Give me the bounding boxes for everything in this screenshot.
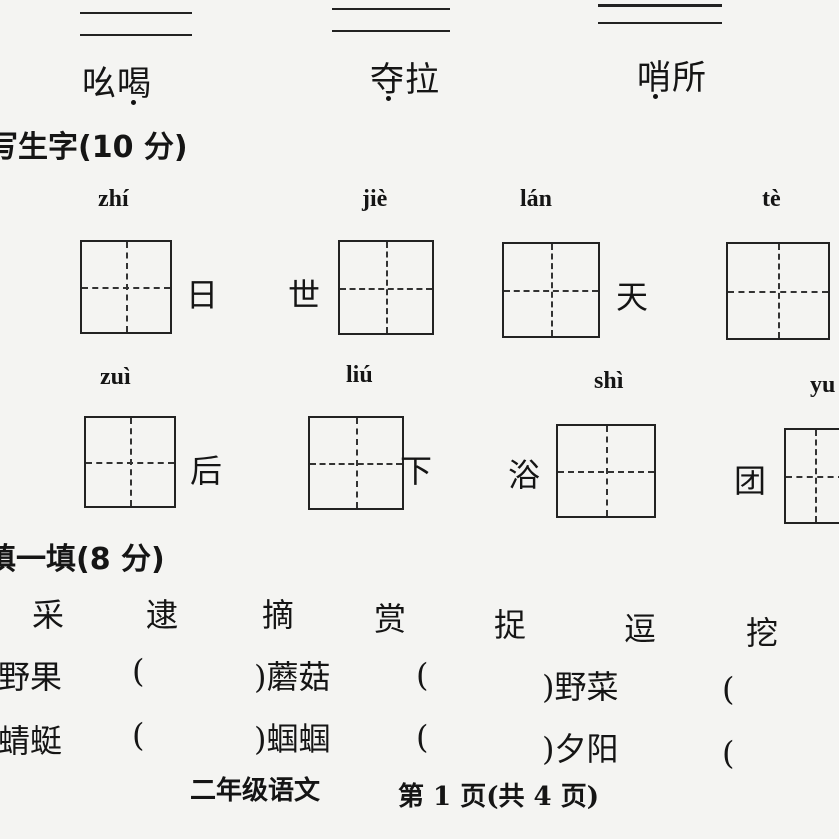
fill-blank-open: ( <box>416 656 429 694</box>
pinyin-label: jiè <box>362 186 388 212</box>
fill-row-word: )野菜 <box>542 668 619 706</box>
writing-grid[interactable] <box>784 428 839 524</box>
word-bank-char: 挖 <box>746 614 779 652</box>
fill-row-word: )夕阳 <box>542 730 619 768</box>
writing-grid[interactable] <box>80 240 172 334</box>
emphasis-dot <box>386 96 391 101</box>
word-bank-char: 采 <box>32 596 65 634</box>
fill-row-word: )蝈蝈 <box>254 720 331 758</box>
writing-grid[interactable] <box>308 416 404 510</box>
writing-grid[interactable] <box>726 242 830 340</box>
footer-subject: 二年级语文 <box>190 776 321 806</box>
emphasis-dot <box>131 100 136 105</box>
word-bank-char: 捉 <box>494 606 527 644</box>
word-bank-char: 逗 <box>624 610 657 648</box>
answer-line <box>80 34 192 36</box>
fill-row-word: 野果 <box>0 658 63 696</box>
word-bank-char: 逮 <box>146 596 179 634</box>
given-character: 团 <box>734 462 767 500</box>
answer-line <box>598 4 722 7</box>
answer-line <box>332 8 450 10</box>
word-item: 哨所 <box>637 58 707 98</box>
emphasis-dot <box>653 94 658 99</box>
section-title: 写生字(10 分) <box>0 130 188 165</box>
answer-line <box>598 22 722 24</box>
given-character: 日 <box>186 276 219 314</box>
fill-blank-open: ( <box>132 716 145 754</box>
pinyin-label: shì <box>594 368 624 394</box>
pinyin-label: zhí <box>98 186 129 212</box>
writing-grid[interactable] <box>338 240 434 335</box>
fill-row-word: 蜻蜓 <box>0 722 63 760</box>
section-title: 填一填(8 分) <box>0 542 165 577</box>
given-character: 世 <box>288 276 321 314</box>
word-bank-char: 赏 <box>374 600 407 638</box>
word-item: 夺拉 <box>370 60 440 100</box>
writing-grid[interactable] <box>84 416 176 508</box>
fill-blank-open: ( <box>722 734 735 772</box>
given-character: 下 <box>400 452 433 490</box>
pinyin-label: yu <box>810 372 836 398</box>
given-character: 浴 <box>508 456 541 494</box>
fill-blank-open: ( <box>416 718 429 756</box>
word-item: 吆喝 <box>82 64 152 104</box>
footer-page-number: 第 1 页(共 4 页) <box>398 782 599 812</box>
fill-blank-open: ( <box>722 670 735 708</box>
pinyin-label: lán <box>520 186 553 212</box>
pinyin-label: liú <box>346 362 373 388</box>
writing-grid[interactable] <box>502 242 600 338</box>
answer-line <box>332 30 450 32</box>
word-bank-char: 摘 <box>262 596 295 634</box>
writing-grid[interactable] <box>556 424 656 518</box>
given-character: 后 <box>190 452 223 490</box>
fill-row-word: )蘑菇 <box>254 658 331 696</box>
fill-blank-open: ( <box>132 652 145 690</box>
pinyin-label: zuì <box>100 364 131 390</box>
given-character: 天 <box>616 278 649 316</box>
answer-line <box>80 12 192 14</box>
pinyin-label: tè <box>762 186 781 212</box>
